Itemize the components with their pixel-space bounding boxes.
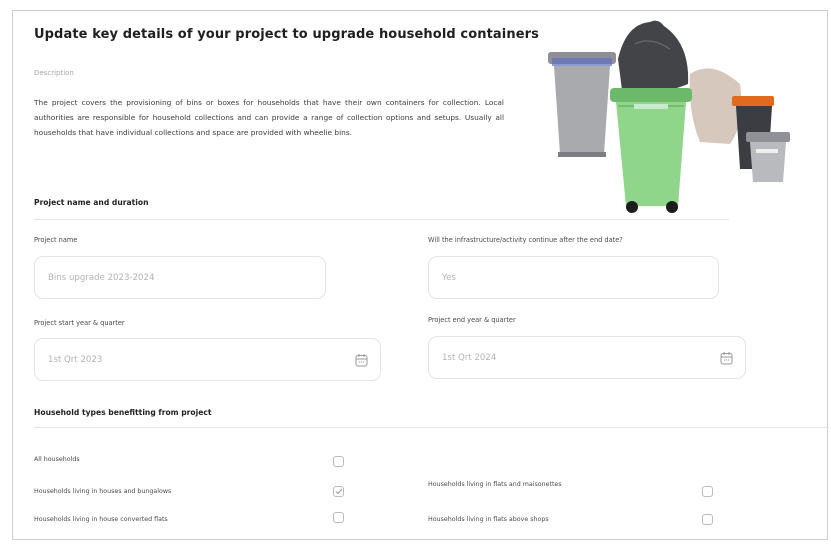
checkbox-label: All households	[34, 456, 80, 463]
check-icon	[335, 488, 342, 495]
description-text: The project covers the provisioning of b…	[34, 98, 504, 137]
orange-lid-bin	[732, 96, 774, 106]
house-converted-flats-checkbox[interactable]	[333, 512, 344, 523]
continue-label: Will the infrastructure/activity continu…	[428, 236, 623, 244]
small-grey-box	[746, 132, 790, 142]
start-date-value: 1st Qrt 2023	[48, 354, 103, 365]
checkbox-label: Households living in flats above shops	[428, 516, 549, 523]
description-label: Description	[34, 69, 74, 77]
end-date-value: 1st Qrt 2024	[442, 352, 497, 363]
project-name-value: Bins upgrade 2023-2024	[48, 272, 155, 283]
project-section-heading: Project name and duration	[34, 198, 149, 207]
black-bag	[618, 20, 689, 93]
page-title: Update key details of your project to up…	[34, 27, 539, 42]
continue-select[interactable]: Yes	[428, 256, 719, 299]
project-name-input[interactable]: Bins upgrade 2023-2024	[34, 256, 326, 299]
flats-maisonettes-checkbox[interactable]	[702, 486, 713, 497]
green-bin	[610, 88, 692, 102]
divider	[34, 219, 729, 220]
divider	[34, 427, 829, 428]
calendar-icon[interactable]	[720, 351, 733, 365]
flats-above-shops-checkbox[interactable]	[702, 514, 713, 525]
continue-value: Yes	[442, 272, 456, 283]
start-date-input[interactable]: 1st Qrt 2023	[34, 338, 381, 381]
end-label: Project end year & quarter	[428, 316, 516, 324]
calendar-icon[interactable]	[355, 353, 368, 367]
project-name-label: Project name	[34, 236, 78, 244]
houses-bungalows-checkbox[interactable]	[333, 486, 344, 497]
household-section-heading: Household types benefitting from project	[34, 408, 212, 417]
start-label: Project start year & quarter	[34, 319, 125, 327]
checkbox-label: Households living in flats and maisonett…	[428, 481, 562, 488]
end-date-input[interactable]: 1st Qrt 2024	[428, 336, 746, 379]
checkbox-label: Households living in houses and bungalow…	[34, 488, 172, 495]
clear-bag	[689, 68, 742, 144]
all-households-checkbox[interactable]	[333, 456, 344, 467]
checkbox-label: Households living in house converted fla…	[34, 516, 168, 523]
household-bins-illustration	[548, 20, 790, 213]
